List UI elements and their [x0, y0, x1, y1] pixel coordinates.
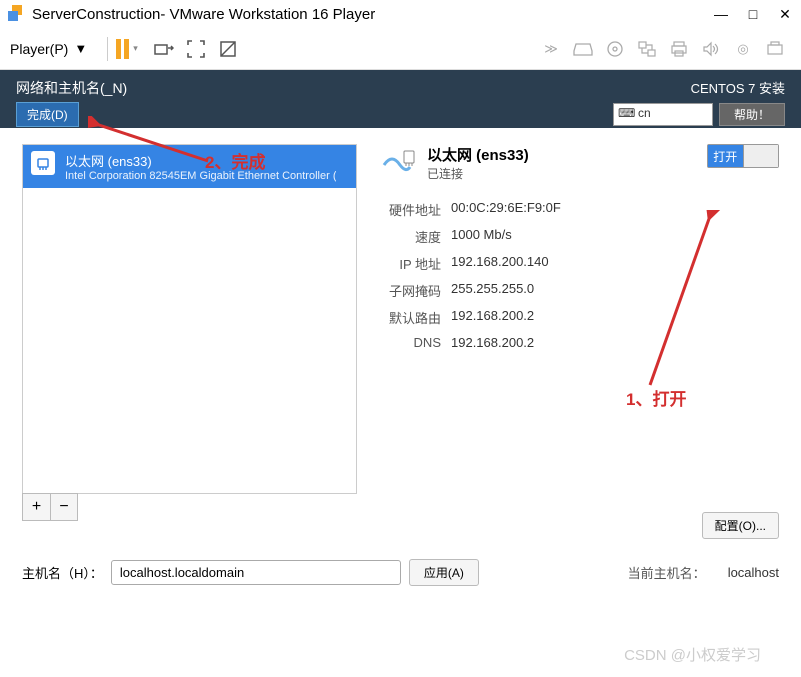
speed-label: 速度 — [375, 227, 441, 246]
printer2-icon[interactable] — [764, 38, 786, 60]
device-name: 以太网 (ens33) — [65, 151, 336, 170]
dns-label: DNS — [375, 335, 441, 350]
send-ctrl-alt-del-icon[interactable] — [153, 38, 175, 60]
player-toolbar: Player(P) ▼ ▾ ≫ ◎ — [0, 28, 801, 70]
unity-icon[interactable] — [217, 38, 239, 60]
hostname-label: 主机名（H）： — [22, 563, 103, 582]
page-title: 网络和主机名(_N) — [16, 78, 613, 98]
ip-label: IP 地址 — [375, 254, 441, 273]
detail-status: 已连接 — [427, 165, 529, 182]
help-button[interactable]: 帮助！ — [719, 103, 785, 126]
device-list: 以太网 (ens33) Intel Corporation 82545EM Gi… — [22, 144, 357, 494]
ip-value: 192.168.200.140 — [451, 254, 779, 273]
ethernet-icon — [31, 151, 55, 175]
keyboard-indicator[interactable]: cn — [613, 103, 713, 126]
fullscreen-icon[interactable] — [185, 38, 207, 60]
hw-addr-label: 硬件地址 — [375, 200, 441, 219]
add-device-button[interactable]: + — [22, 493, 50, 521]
printer-icon[interactable] — [668, 38, 690, 60]
disc-icon[interactable]: ◎ — [732, 38, 754, 60]
harddisk-icon[interactable] — [572, 38, 594, 60]
minimize-button[interactable]: — — [713, 6, 729, 22]
cd-icon[interactable] — [604, 38, 626, 60]
hw-addr-value: 00:0C:29:6E:F9:0F — [451, 200, 779, 219]
window-title: ServerConstruction- VMware Workstation 1… — [32, 6, 713, 23]
toggle-off-side — [743, 145, 779, 167]
device-desc: Intel Corporation 82545EM Gigabit Ethern… — [65, 170, 336, 182]
configure-button[interactable]: 配置(O)... — [702, 512, 779, 539]
window-titlebar: ServerConstruction- VMware Workstation 1… — [0, 0, 801, 28]
netmask-label: 子网掩码 — [375, 281, 441, 300]
gateway-label: 默认路由 — [375, 308, 441, 327]
network-adapter-icon[interactable] — [636, 38, 658, 60]
speed-value: 1000 Mb/s — [451, 227, 779, 246]
remove-device-button[interactable]: − — [50, 493, 78, 521]
current-hostname-label: 当前主机名： — [628, 563, 706, 582]
close-button[interactable]: ✕ — [777, 6, 793, 22]
dropdown-arrow-icon[interactable]: ▼ — [74, 41, 87, 56]
detail-info: 硬件地址 00:0C:29:6E:F9:0F 速度 1000 Mb/s IP 地… — [375, 200, 779, 350]
hostname-input[interactable] — [111, 560, 401, 585]
ethernet-large-icon — [375, 144, 417, 186]
sound-icon[interactable] — [700, 38, 722, 60]
installer-header: 网络和主机名(_N) 完成(D) CENTOS 7 安装 cn 帮助！ — [0, 70, 801, 128]
netmask-value: 255.255.255.0 — [451, 281, 779, 300]
dns-value: 192.168.200.2 — [451, 335, 779, 350]
pause-dropdown-icon[interactable]: ▾ — [133, 43, 138, 54]
done-button[interactable]: 完成(D) — [16, 102, 79, 127]
watermark: CSDN @小权爱学习 — [624, 644, 761, 665]
pause-icon[interactable] — [116, 39, 129, 59]
vmware-app-icon — [8, 5, 26, 23]
detail-title: 以太网 (ens33) — [427, 144, 529, 165]
connection-toggle[interactable]: 打开 — [707, 144, 779, 168]
device-list-item[interactable]: 以太网 (ens33) Intel Corporation 82545EM Gi… — [23, 145, 356, 188]
install-title: CENTOS 7 安装 — [691, 78, 785, 97]
maximize-button[interactable]: □ — [745, 6, 761, 22]
fast-forward-icon[interactable]: ≫ — [540, 38, 562, 60]
toggle-on-label: 打开 — [708, 145, 743, 167]
apply-button[interactable]: 应用(A) — [409, 559, 479, 586]
toolbar-divider — [107, 37, 108, 61]
player-menu[interactable]: Player(P) — [10, 41, 68, 57]
gateway-value: 192.168.200.2 — [451, 308, 779, 327]
current-hostname-value: localhost — [728, 565, 779, 580]
